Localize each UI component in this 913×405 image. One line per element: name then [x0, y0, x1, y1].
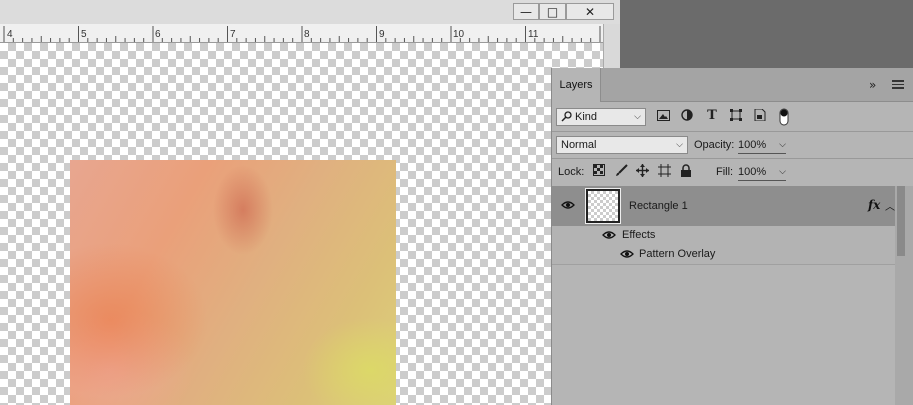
ruler-label: 9	[379, 29, 385, 40]
visibility-eye-icon[interactable]	[560, 200, 576, 212]
document-title-bar: — □ ✕	[0, 0, 620, 25]
visibility-eye-icon[interactable]	[619, 249, 635, 261]
opacity-label: Opacity:	[694, 139, 735, 151]
layers-panel-scrollbar[interactable]	[895, 186, 913, 405]
rectangle-1-artwork[interactable]	[70, 160, 396, 405]
collapse-panel-icon[interactable]: »	[869, 78, 876, 92]
lock-transparent-pixels-icon[interactable]	[591, 164, 607, 180]
search-icon	[561, 111, 572, 122]
ruler-label: 10	[453, 29, 465, 40]
ruler-label: 8	[304, 29, 310, 40]
maximize-button[interactable]: □	[539, 3, 566, 20]
chevron-down-icon: ⌵	[676, 140, 683, 150]
chevron-down-icon: ⌵	[634, 112, 641, 122]
layer-effects-icon[interactable]: fx	[868, 198, 880, 212]
shape-filter-icon[interactable]	[728, 109, 744, 125]
chevron-down-icon: ⌵	[779, 167, 786, 177]
lock-artboard-icon[interactable]	[656, 164, 672, 180]
minimize-icon: —	[520, 5, 532, 19]
tab-layers[interactable]: Layers	[552, 68, 601, 102]
panel-tab-bar: Layers »	[552, 68, 913, 102]
fill-label: Fill:	[716, 166, 734, 178]
fill-field[interactable]: 100% ⌵	[738, 164, 786, 181]
layer-thumbnail	[585, 188, 621, 224]
lock-label: Lock:	[558, 166, 585, 178]
fill-value: 100%	[738, 166, 767, 178]
filter-row: Kind ⌵ T	[552, 108, 913, 130]
ruler-label: 4	[7, 29, 13, 40]
filter-kind-label: Kind	[575, 111, 598, 123]
layer-row-rectangle-1[interactable]: Rectangle 1 fx ︿	[552, 186, 895, 226]
adjustment-filter-icon[interactable]	[679, 109, 695, 125]
blend-row: Normal ⌵ Opacity: 100% ⌵	[552, 136, 913, 156]
blend-mode-value: Normal	[561, 139, 597, 151]
panel-menu-icon[interactable]	[892, 80, 904, 89]
minimize-button[interactable]: —	[513, 3, 539, 20]
lock-position-icon[interactable]	[634, 164, 650, 180]
maximize-icon: □	[546, 5, 559, 19]
lock-all-icon[interactable]	[678, 164, 694, 180]
ruler-ticks	[3, 26, 601, 42]
lock-row: Lock: Fill: 100% ⌵	[552, 163, 913, 183]
blend-mode-select[interactable]: Normal ⌵	[556, 136, 688, 154]
chevron-up-icon[interactable]: ︿	[885, 198, 895, 213]
scrollbar-thumb[interactable]	[897, 186, 905, 256]
horizontal-ruler: 4 5 6 7 8 9 10 11	[0, 24, 603, 43]
ruler-label: 6	[155, 29, 161, 40]
type-filter-icon[interactable]: T	[704, 108, 720, 124]
filter-kind-select[interactable]: Kind ⌵	[556, 108, 646, 126]
divider	[552, 158, 913, 159]
effects-label: Effects	[622, 229, 656, 241]
opacity-field[interactable]: 100% ⌵	[738, 137, 786, 154]
layer-name[interactable]: Rectangle 1	[629, 200, 688, 212]
layer-effects-row[interactable]: Effects	[552, 226, 895, 246]
close-icon: ✕	[584, 5, 596, 19]
opacity-value: 100%	[738, 139, 767, 151]
ruler-label: 5	[81, 29, 87, 40]
document-window: — □ ✕ 4 5 6 7 8 9 10 11	[0, 0, 620, 405]
ruler-label: 11	[528, 29, 539, 40]
lock-image-pixels-icon[interactable]	[613, 164, 629, 180]
effect-row-pattern-overlay[interactable]: Pattern Overlay	[552, 245, 895, 265]
filter-toggle-icon[interactable]	[776, 108, 792, 126]
visibility-eye-icon[interactable]	[601, 230, 617, 242]
layers-panel: Layers » Kind ⌵ T Normal ⌵ Opacity: 100%…	[551, 68, 913, 405]
divider	[552, 131, 913, 132]
smartobject-filter-icon[interactable]	[752, 108, 768, 125]
document-canvas[interactable]	[0, 43, 603, 405]
effect-name: Pattern Overlay	[639, 248, 716, 260]
close-button[interactable]: ✕	[566, 3, 614, 20]
chevron-down-icon: ⌵	[779, 140, 786, 150]
image-filter-icon[interactable]	[655, 109, 671, 125]
ruler-label: 7	[230, 29, 236, 40]
